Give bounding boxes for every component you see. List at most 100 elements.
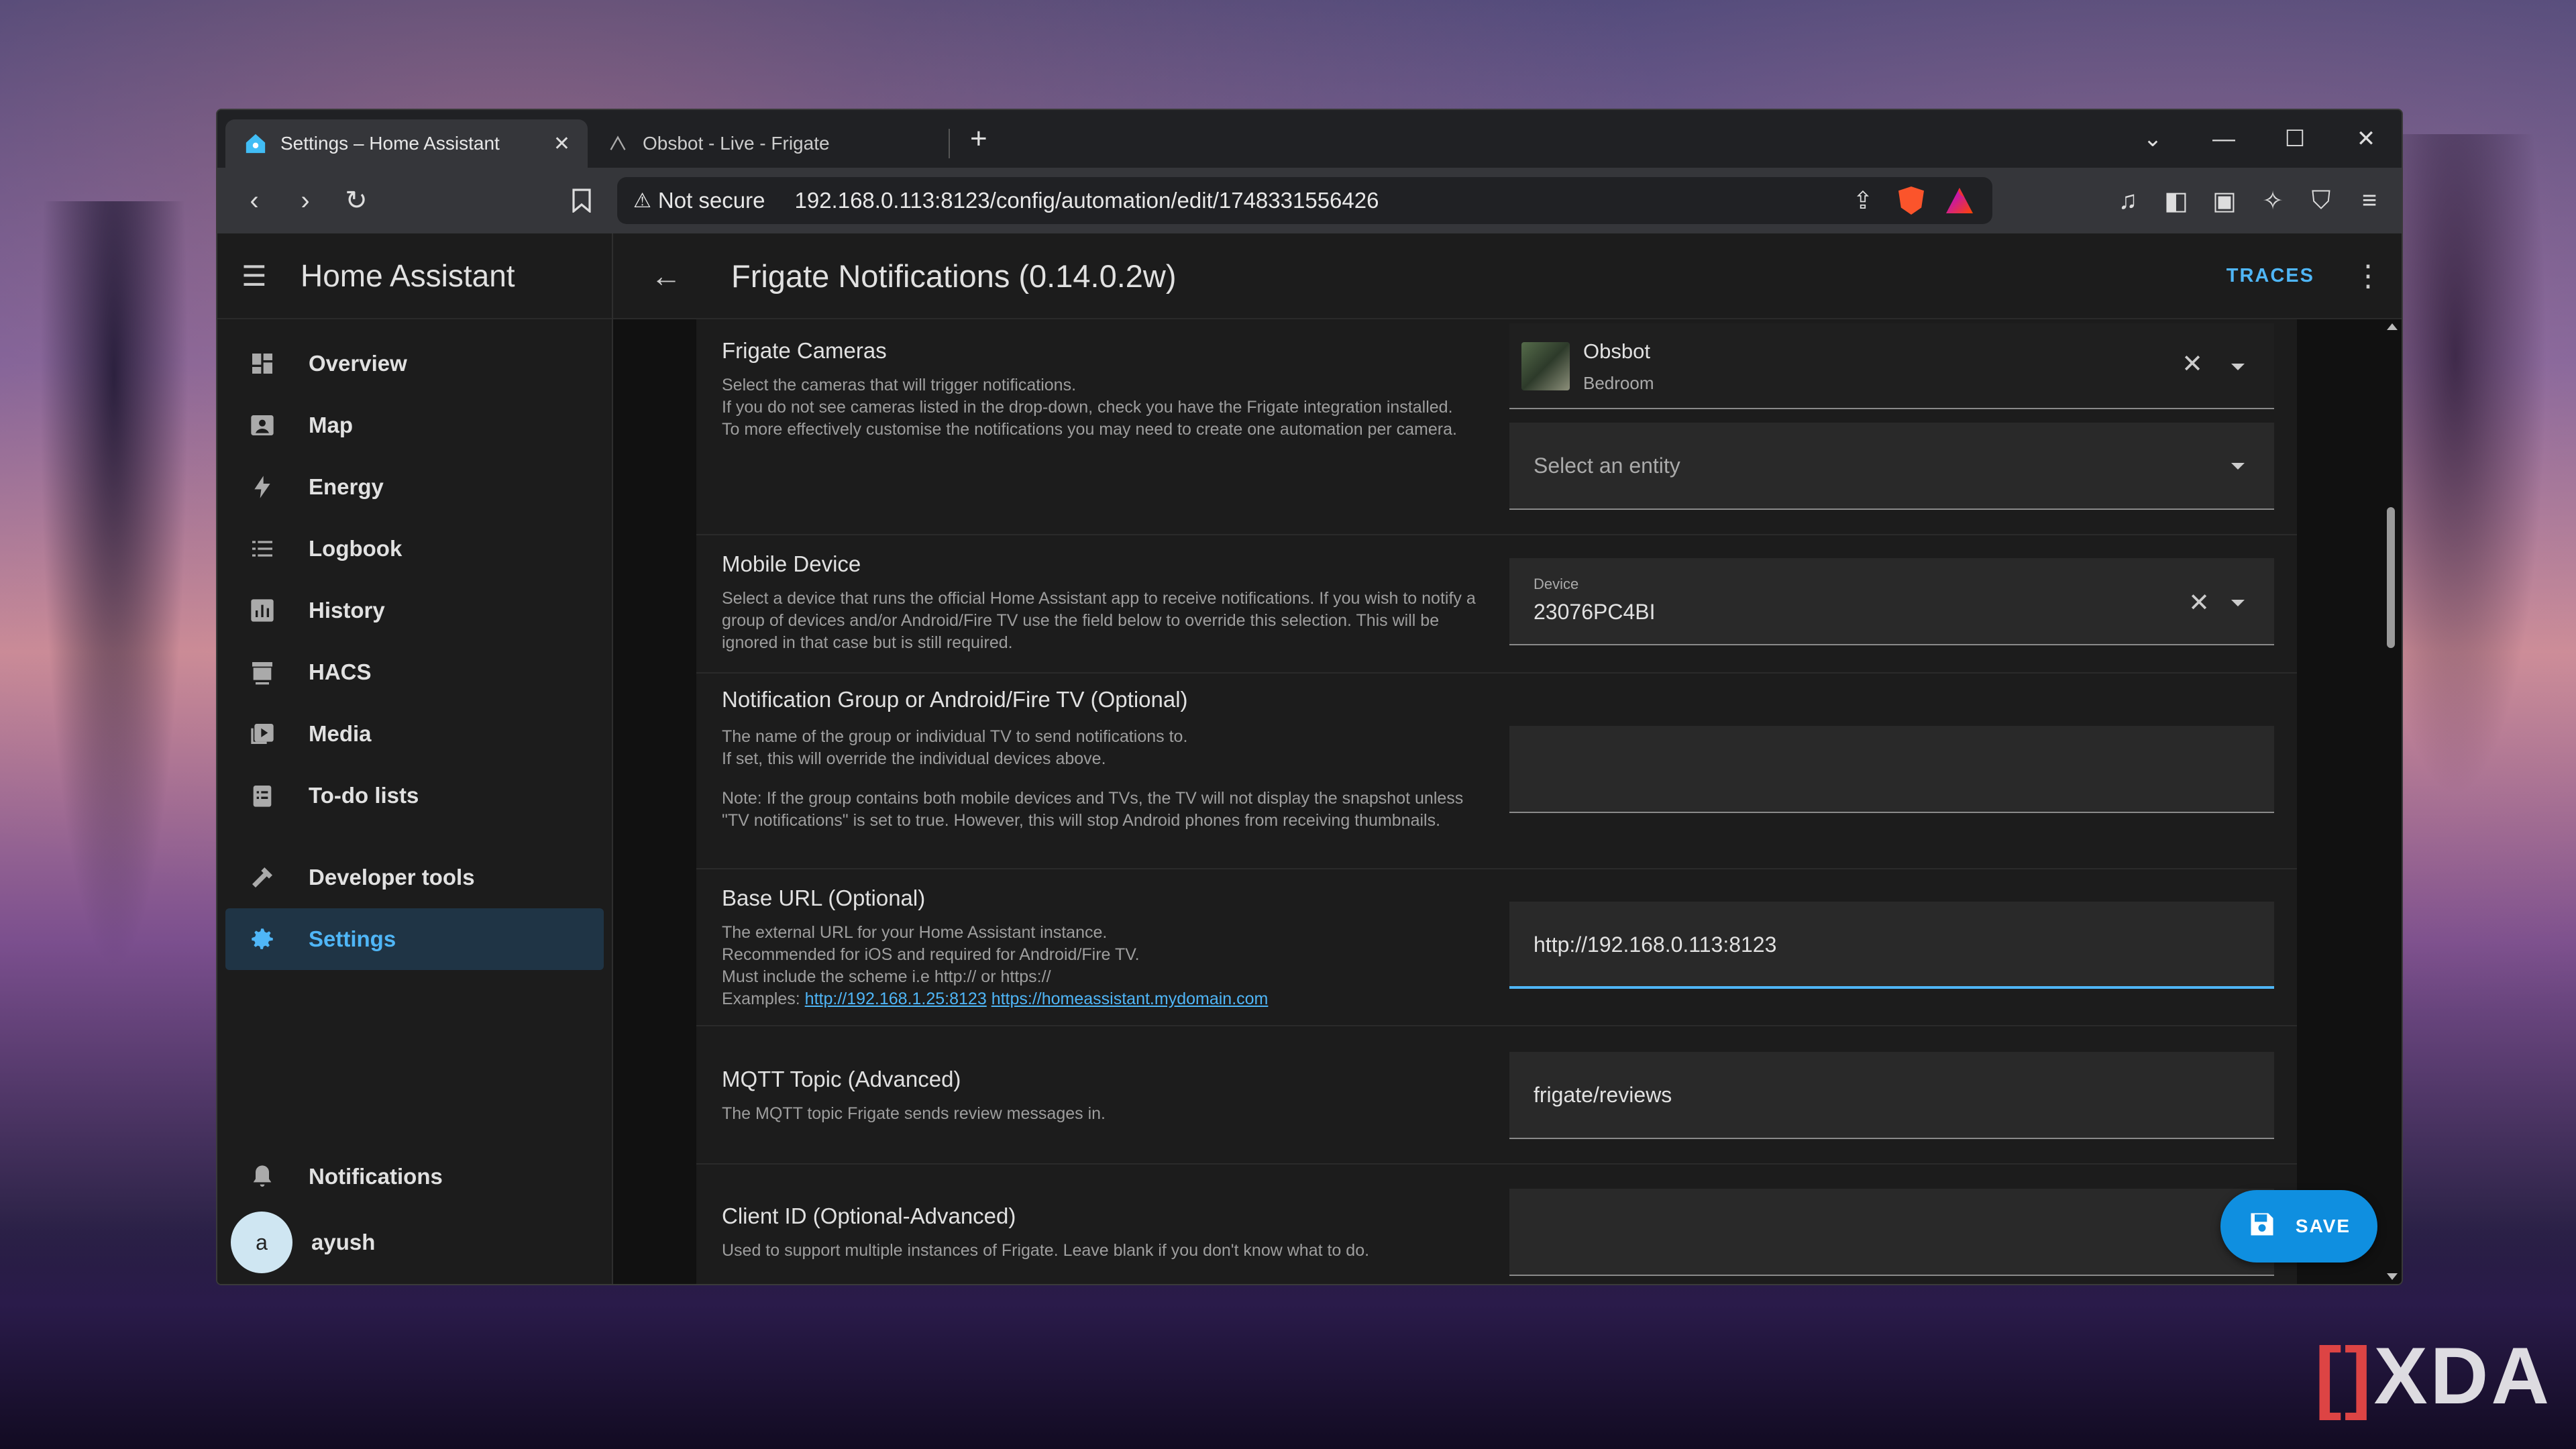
warning-icon: ⚠ — [633, 189, 651, 212]
sidebar-item-history[interactable]: History — [217, 580, 612, 641]
sidebar-item-label: Notifications — [309, 1164, 443, 1189]
sidebar-item-developer-tools[interactable]: Developer tools — [217, 847, 612, 908]
sidebar-item-media[interactable]: Media — [217, 703, 612, 765]
notification-group-row: Notification Group or Android/Fire TV (O… — [696, 672, 2297, 869]
scroll-down-arrow-icon[interactable] — [2387, 1273, 2398, 1280]
sidebar-item-label: To-do lists — [309, 783, 419, 808]
tab-title: Obsbot - Live - Frigate — [643, 133, 830, 154]
home-assistant-app: ☰ Home Assistant Overview Map Energy Log… — [217, 233, 2402, 1284]
dashboard-icon — [246, 347, 279, 380]
xda-watermark: []XDA — [2314, 1331, 2552, 1421]
reload-icon[interactable]: ↻ — [334, 178, 378, 223]
bookmark-icon[interactable] — [559, 178, 604, 223]
camera-name: Obsbot — [1583, 339, 1650, 363]
content-area: Frigate Cameras Select the cameras that … — [613, 319, 2402, 1284]
rewards-badge: 1 — [1958, 188, 1973, 197]
home-assistant-favicon-icon — [243, 131, 268, 156]
brave-shields-icon[interactable] — [1894, 184, 1928, 217]
map-icon — [246, 409, 279, 442]
base-url-value: http://192.168.0.113:8123 — [1534, 932, 1777, 957]
camera-area: Bedroom — [1583, 373, 1654, 393]
brave-rewards-icon[interactable]: 1 — [1943, 184, 1976, 217]
sidebar-item-todo[interactable]: To-do lists — [217, 765, 612, 826]
gear-icon — [246, 922, 279, 956]
mqtt-topic-value: frigate/reviews — [1534, 1083, 1672, 1107]
bell-icon — [246, 1160, 279, 1193]
url-text[interactable]: 192.168.0.113:8123/config/automation/edi… — [794, 188, 1831, 213]
new-tab-button[interactable]: + — [970, 122, 987, 156]
wallet-icon[interactable]: ▣ — [2207, 183, 2242, 218]
sidebar-toggle-icon[interactable]: ◧ — [2159, 183, 2194, 218]
share-icon[interactable]: ⇪ — [1846, 184, 1880, 217]
menu-icon[interactable]: ≡ — [2352, 183, 2387, 218]
address-bar[interactable]: ⚠ Not secure 192.168.0.113:8123/config/a… — [617, 177, 1992, 224]
tab-close-icon[interactable]: ✕ — [553, 132, 570, 156]
cameras-desc-line: To more effectively customise the notifi… — [722, 420, 1457, 439]
sidebar-notifications[interactable]: Notifications — [217, 1146, 612, 1208]
tab-obsbot-frigate[interactable]: Obsbot - Live - Frigate — [588, 129, 950, 158]
forward-icon[interactable]: › — [283, 178, 327, 223]
close-window-button[interactable]: ✕ — [2330, 125, 2402, 152]
sidebar-item-label: History — [309, 598, 385, 623]
mqtt-topic-input[interactable]: frigate/reviews — [1509, 1052, 2274, 1139]
scroll-up-arrow-icon[interactable] — [2387, 323, 2398, 330]
leo-ai-icon[interactable]: ✧ — [2255, 183, 2290, 218]
example-link-domain[interactable]: https://homeassistant.mydomain.com — [991, 989, 1269, 1008]
sidebar-item-label: Logbook — [309, 536, 402, 561]
base-url-label: Base URL (Optional) — [722, 885, 926, 910]
clear-camera-icon[interactable]: ✕ — [2182, 349, 2203, 379]
chevron-down-icon[interactable] — [2231, 600, 2245, 606]
sidebar-item-logbook[interactable]: Logbook — [217, 518, 612, 580]
base-url-input[interactable]: http://192.168.0.113:8123 — [1509, 902, 2274, 989]
notification-group-input[interactable] — [1509, 726, 2274, 813]
chevron-down-icon[interactable] — [2231, 463, 2245, 470]
sidebar-item-settings[interactable]: Settings — [225, 908, 604, 970]
client-id-label: Client ID (Optional-Advanced) — [722, 1203, 1016, 1228]
menu-collapse-icon[interactable]: ☰ — [241, 260, 282, 292]
cameras-desc-line: Select the cameras that will trigger not… — [722, 376, 1077, 394]
music-icon[interactable]: ♫ — [2110, 183, 2145, 218]
clear-device-icon[interactable]: ✕ — [2188, 588, 2210, 618]
examples-prefix: Examples: — [722, 989, 805, 1008]
tab-search-chevron-icon[interactable]: ⌄ — [2117, 125, 2188, 152]
vpn-shield-icon[interactable]: ⛉ — [2304, 183, 2339, 218]
base-url-examples: Examples: http://192.168.1.25:8123 https… — [722, 988, 1493, 1010]
camera-selected-chip[interactable]: Obsbot Bedroom ✕ — [1509, 323, 2274, 409]
sidebar-user[interactable]: a ayush — [217, 1208, 612, 1277]
device-select-field[interactable]: Device 23076PC4BI ✕ — [1509, 558, 2274, 645]
sidebar-item-map[interactable]: Map — [217, 394, 612, 456]
device-value: 23076PC4BI — [1534, 600, 1656, 624]
group-desc-line: The name of the group or individual TV t… — [722, 727, 1188, 746]
blueprint-inputs-card: Frigate Cameras Select the cameras that … — [696, 319, 2297, 1284]
history-icon — [246, 594, 279, 627]
sidebar-item-energy[interactable]: Energy — [217, 456, 612, 518]
sidebar-item-hacs[interactable]: HACS — [217, 641, 612, 703]
scrollbar[interactable] — [2384, 319, 2398, 1284]
client-id-row: Client ID (Optional-Advanced) Used to su… — [696, 1163, 2297, 1284]
tab-settings-home-assistant[interactable]: Settings – Home Assistant ✕ — [225, 119, 588, 168]
entity-placeholder: Select an entity — [1534, 453, 1680, 478]
more-vert-icon[interactable]: ⋮ — [2341, 259, 2395, 293]
select-entity-field[interactable]: Select an entity — [1509, 423, 2274, 510]
cameras-desc-line: If you do not see cameras listed in the … — [722, 398, 1453, 417]
browser-toolbar: ‹ › ↻ ⚠ Not secure 192.168.0.113:8123/co… — [217, 168, 2402, 233]
hammer-icon — [246, 861, 279, 894]
group-desc-line: If set, this will override the individua… — [722, 749, 1106, 768]
window-controls: ⌄ — ☐ ✕ — [2117, 110, 2402, 168]
example-link-local[interactable]: http://192.168.1.25:8123 — [805, 989, 987, 1008]
back-arrow-icon[interactable]: ← — [651, 258, 704, 294]
save-button[interactable]: SAVE — [2220, 1190, 2377, 1263]
client-id-input[interactable] — [1509, 1189, 2274, 1276]
chevron-down-icon[interactable] — [2231, 364, 2245, 370]
sidebar-item-notifications[interactable]: Notifications — [217, 1146, 612, 1208]
tab-bar: Settings – Home Assistant ✕ Obsbot - Liv… — [217, 110, 2402, 168]
traces-button[interactable]: TRACES — [2226, 265, 2314, 287]
maximize-button[interactable]: ☐ — [2259, 125, 2330, 152]
todo-icon — [246, 779, 279, 812]
base-url-row: Base URL (Optional) The external URL for… — [696, 868, 2297, 1026]
back-icon[interactable]: ‹ — [232, 178, 276, 223]
mobile-device-description: Select a device that runs the official H… — [722, 589, 1476, 652]
sidebar-item-overview[interactable]: Overview — [217, 333, 612, 394]
scroll-thumb[interactable] — [2387, 507, 2395, 648]
minimize-button[interactable]: — — [2188, 126, 2259, 152]
